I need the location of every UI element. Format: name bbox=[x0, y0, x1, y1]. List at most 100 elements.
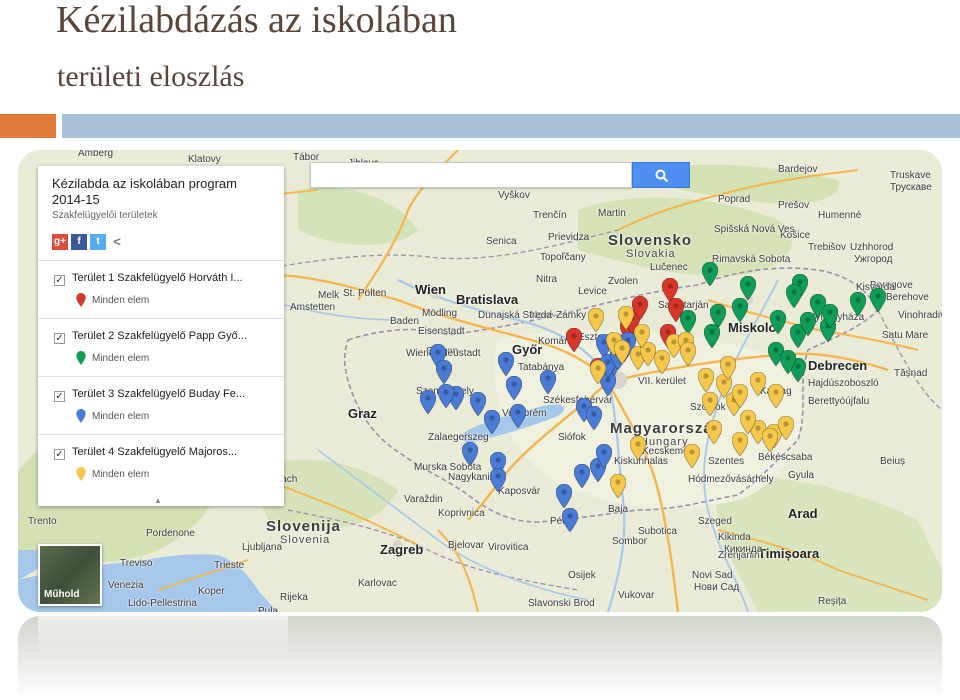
map-place-label: Arad bbox=[788, 506, 818, 521]
green-map-marker[interactable] bbox=[680, 310, 696, 334]
blue-map-marker[interactable] bbox=[506, 376, 522, 400]
slide-subtitle: területi eloszlás bbox=[57, 60, 245, 93]
yellow-map-marker[interactable] bbox=[590, 360, 606, 384]
yellow-map-marker[interactable] bbox=[762, 428, 778, 452]
blue-map-marker[interactable] bbox=[490, 468, 506, 492]
map-place-label: Gyula bbox=[788, 470, 815, 481]
layer-1[interactable]: ✓ Terület 1 Szakfelügyelő Horváth I... M… bbox=[38, 260, 284, 318]
collapse-icon[interactable]: ▲ bbox=[154, 496, 168, 505]
green-map-marker[interactable] bbox=[850, 292, 866, 316]
layer-4-checkbox[interactable]: ✓ bbox=[54, 449, 65, 460]
blue-map-marker[interactable] bbox=[562, 508, 578, 532]
blue-map-marker[interactable] bbox=[510, 404, 526, 428]
map-place-label: Rimavská Sobota bbox=[712, 254, 791, 265]
yellow-map-marker[interactable] bbox=[698, 368, 714, 392]
map-place-label: Reșița bbox=[818, 596, 847, 607]
map-place-label: Eisenstadt bbox=[418, 326, 465, 337]
map-place-label: Ljubljana bbox=[242, 542, 283, 553]
yellow-map-marker[interactable] bbox=[720, 356, 736, 380]
green-map-marker[interactable] bbox=[780, 350, 796, 374]
layer-1-checkbox[interactable]: ✓ bbox=[54, 275, 65, 286]
map-place-label: Pula bbox=[258, 606, 279, 612]
map-place-label: Amstetten bbox=[290, 302, 336, 313]
layer-2-name[interactable]: Terület 2 Szakfelügyelő Papp Győ... bbox=[72, 330, 278, 342]
green-map-marker[interactable] bbox=[702, 262, 718, 286]
blue-map-marker[interactable] bbox=[438, 384, 454, 408]
layer-3-checkbox[interactable]: ✓ bbox=[54, 391, 65, 402]
yellow-map-marker[interactable] bbox=[732, 432, 748, 456]
red-map-marker[interactable] bbox=[632, 296, 648, 320]
map-place-label: Timișoara bbox=[758, 546, 820, 561]
yellow-map-marker[interactable] bbox=[588, 308, 604, 332]
layer-4[interactable]: ✓ Terület 4 Szakfelügyelő Majoros... Min… bbox=[38, 434, 284, 492]
yellow-map-marker[interactable] bbox=[768, 384, 784, 408]
map-place-label: Virovitica bbox=[488, 542, 529, 553]
blue-map-marker[interactable] bbox=[484, 410, 500, 434]
map-place-label: Spišská Nová Ves bbox=[714, 224, 795, 235]
yellow-map-marker[interactable] bbox=[778, 416, 794, 440]
share-icon[interactable]: < bbox=[109, 234, 125, 250]
blue-map-marker[interactable] bbox=[540, 370, 556, 394]
yellow-map-marker[interactable] bbox=[750, 372, 766, 396]
layer-2[interactable]: ✓ Terület 2 Szakfelügyelő Papp Győ... Mi… bbox=[38, 318, 284, 376]
layer-1-name[interactable]: Terület 1 Szakfelügyelő Horváth I... bbox=[72, 272, 278, 284]
layer-3[interactable]: ✓ Terület 3 Szakfelügyelő Buday Fe... Mi… bbox=[38, 376, 284, 434]
map-search-input[interactable] bbox=[310, 162, 632, 188]
yellow-map-marker[interactable] bbox=[618, 306, 634, 330]
yellow-map-marker[interactable] bbox=[684, 444, 700, 468]
map-place-label: Karlovac bbox=[358, 578, 397, 589]
blue-map-marker[interactable] bbox=[556, 484, 572, 508]
yellow-map-marker[interactable] bbox=[614, 340, 630, 364]
google-plus-icon[interactable]: g+ bbox=[52, 234, 68, 250]
yellow-map-marker[interactable] bbox=[740, 410, 756, 434]
facebook-icon[interactable]: f bbox=[71, 234, 87, 250]
layer-2-checkbox[interactable]: ✓ bbox=[54, 333, 65, 344]
green-map-marker[interactable] bbox=[786, 284, 802, 308]
yellow-map-marker[interactable] bbox=[654, 350, 670, 374]
layer-4-item[interactable]: Minden elem bbox=[92, 469, 149, 480]
map-place-label: Trenčín bbox=[533, 210, 567, 221]
slide-title: Kézilabdázás az iskolában bbox=[56, 0, 457, 41]
map-place-label: Szeged bbox=[698, 516, 732, 527]
blue-map-marker[interactable] bbox=[586, 406, 602, 430]
yellow-map-marker[interactable] bbox=[630, 436, 646, 460]
map-place-label: Osijek bbox=[568, 570, 596, 581]
green-map-marker[interactable] bbox=[704, 324, 720, 348]
red-map-marker[interactable] bbox=[566, 328, 582, 352]
yellow-map-marker[interactable] bbox=[610, 474, 626, 498]
blue-map-marker[interactable] bbox=[596, 444, 612, 468]
layer-2-item[interactable]: Minden elem bbox=[92, 353, 149, 364]
map-place-label: Dunajská Streda bbox=[478, 310, 552, 321]
green-map-marker[interactable] bbox=[870, 288, 886, 312]
yellow-map-marker[interactable] bbox=[702, 392, 718, 416]
yellow-map-marker[interactable] bbox=[706, 420, 722, 444]
blue-map-marker[interactable] bbox=[462, 442, 478, 466]
map-view[interactable]: AmbergKlatovyTáborJihlavaHradecZlínTrenč… bbox=[18, 150, 942, 612]
layer-3-name[interactable]: Terület 3 Szakfelügyelő Buday Fe... bbox=[72, 388, 278, 400]
accent-bar-blue bbox=[62, 114, 960, 138]
layer-1-item[interactable]: Minden elem bbox=[92, 295, 149, 306]
map-place-label: Nitra bbox=[536, 274, 558, 285]
blue-map-marker[interactable] bbox=[498, 352, 514, 376]
map-search-button[interactable] bbox=[632, 162, 690, 188]
yellow-map-marker[interactable] bbox=[680, 342, 696, 366]
green-map-marker[interactable] bbox=[770, 310, 786, 334]
map-place-label: Zagreb bbox=[380, 542, 424, 557]
layer-4-name[interactable]: Terület 4 Szakfelügyelő Majoros... bbox=[72, 446, 278, 458]
green-map-marker[interactable] bbox=[822, 304, 838, 328]
green-map-marker[interactable] bbox=[732, 298, 748, 322]
blue-map-marker[interactable] bbox=[420, 390, 436, 414]
green-map-marker[interactable] bbox=[740, 276, 756, 300]
layer-3-item[interactable]: Minden elem bbox=[92, 411, 149, 422]
map-place-label: Baden bbox=[390, 316, 419, 327]
yellow-map-marker[interactable] bbox=[732, 384, 748, 408]
green-map-marker[interactable] bbox=[800, 312, 816, 336]
twitter-icon[interactable]: t bbox=[90, 234, 106, 250]
map-place-label: Békéscsaba bbox=[758, 452, 813, 463]
blue-map-marker[interactable] bbox=[574, 464, 590, 488]
search-icon bbox=[655, 169, 669, 183]
yellow-map-marker[interactable] bbox=[634, 324, 650, 348]
panel-subtitle: Szakfelügyelői területek bbox=[52, 210, 158, 221]
satellite-toggle[interactable]: Műhold bbox=[38, 544, 102, 606]
blue-map-marker[interactable] bbox=[436, 360, 452, 384]
